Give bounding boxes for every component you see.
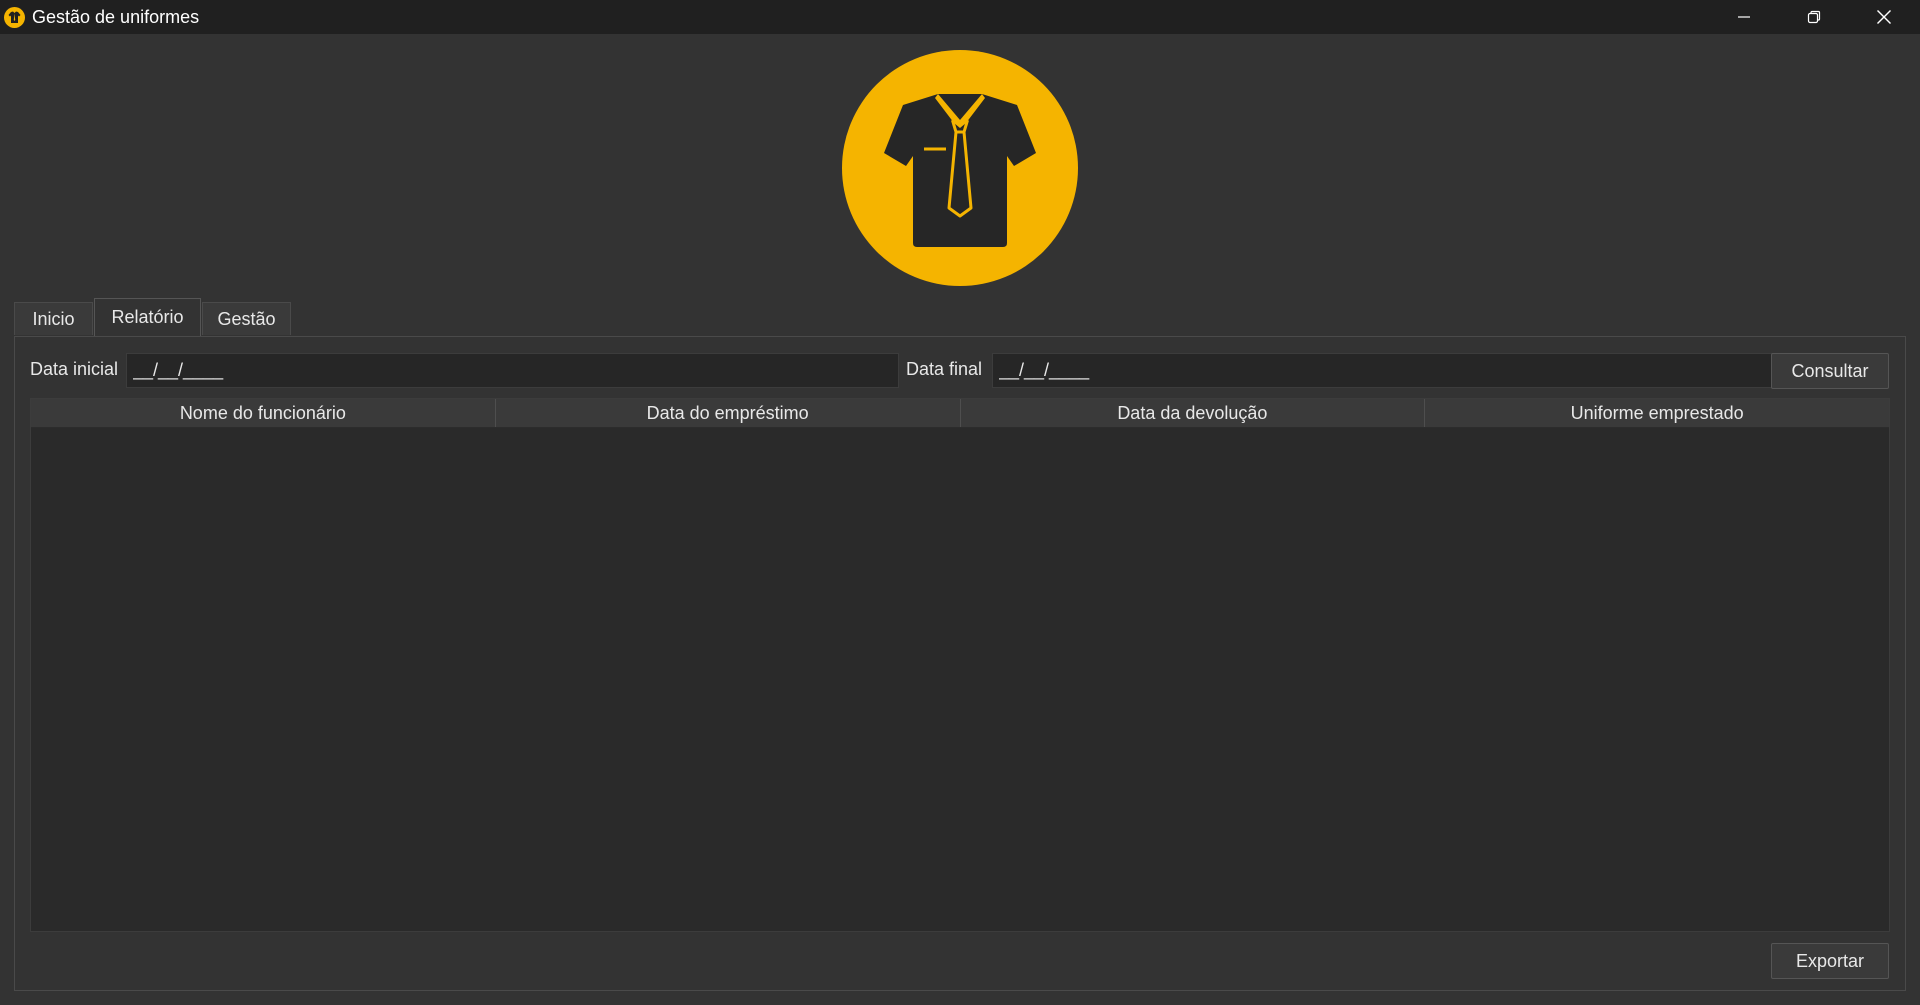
table-body — [31, 428, 1889, 931]
query-button[interactable]: Consultar — [1771, 353, 1889, 389]
minimize-button[interactable] — [1709, 0, 1779, 34]
title-bar[interactable]: Gestão de uniformes — [0, 0, 1920, 34]
end-date-label: Data final — [906, 359, 983, 379]
column-header-uniform[interactable]: Uniforme emprestado — [1425, 399, 1889, 427]
restore-button[interactable] — [1779, 0, 1849, 34]
end-date-input[interactable] — [992, 353, 1777, 388]
shirt-tie-icon — [842, 50, 1078, 286]
shirt-tie-icon — [4, 7, 25, 28]
tab-relatorio[interactable]: Relatório — [94, 298, 201, 336]
restore-icon — [1807, 10, 1821, 24]
report-pane: Data inicial Data final Consultar Nome d… — [14, 336, 1906, 991]
column-header-loan-date[interactable]: Data do empréstimo — [496, 399, 961, 427]
table-header: Nome do funcionário Data do empréstimo D… — [31, 399, 1889, 428]
tab-inicio[interactable]: Inicio — [14, 302, 93, 335]
minimize-icon — [1738, 16, 1750, 18]
close-icon — [1877, 10, 1891, 24]
start-date-input[interactable] — [126, 353, 899, 388]
export-button[interactable]: Exportar — [1771, 943, 1889, 979]
start-date-label: Data inicial — [30, 359, 119, 379]
column-header-employee-name[interactable]: Nome do funcionário — [31, 399, 496, 427]
report-table[interactable]: Nome do funcionário Data do empréstimo D… — [30, 398, 1890, 932]
close-button[interactable] — [1849, 0, 1919, 34]
tab-gestao[interactable]: Gestão — [202, 302, 291, 335]
window-title: Gestão de uniformes — [32, 7, 200, 27]
column-header-return-date[interactable]: Data da devolução — [961, 399, 1426, 427]
app-window: Gestão de uniformes Inicio Relatório Ges… — [0, 0, 1920, 1005]
